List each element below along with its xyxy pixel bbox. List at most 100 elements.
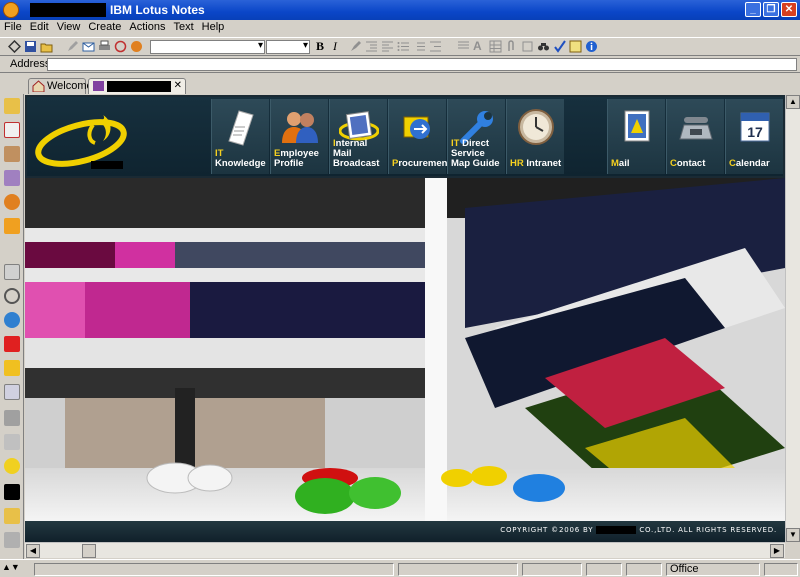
cart-icon (403, 116, 430, 139)
edit-bookmark-icon[interactable] (4, 264, 20, 280)
web-bookmark-icon[interactable] (4, 312, 20, 328)
menu-edit[interactable]: Edit (26, 20, 53, 34)
nav-calendar[interactable]: 17 Calendar (725, 99, 783, 174)
nav-internal-mail-broadcast[interactable]: Internal Mail Broadcast (329, 99, 387, 174)
inbox-status-icon[interactable] (764, 563, 798, 576)
address-book-icon[interactable] (4, 146, 20, 162)
toolbar: B I A (0, 37, 800, 56)
nav-it-knowledge[interactable]: IT Knowledge (211, 99, 269, 174)
menu-help[interactable]: Help (198, 20, 229, 34)
horizontal-scrollbar[interactable]: ◀ ▶ (25, 542, 785, 558)
restore-button[interactable]: ❐ (763, 2, 779, 17)
replicator-icon[interactable] (4, 194, 20, 210)
mall-interior-image (25, 178, 785, 521)
page-footer: COPYRIGHT ©2006 BY CO.,LTD. ALL RIGHTS R… (25, 521, 785, 542)
scroll-right-icon[interactable]: ▶ (770, 544, 784, 558)
databases-icon[interactable] (4, 384, 20, 400)
security-icon[interactable] (586, 563, 622, 576)
location-selector[interactable]: Office (666, 563, 760, 576)
menu-actions[interactable]: Actions (125, 20, 169, 34)
nav-hr-intranet[interactable]: HR Intranet (506, 99, 564, 174)
menu-file[interactable]: File (0, 20, 26, 34)
intranet-banner: IT Knowledge Employee Profile Internal Ma… (25, 95, 785, 178)
it-bookmark-icon[interactable] (4, 458, 20, 474)
address-input[interactable] (47, 58, 797, 71)
redacted-bookmark-icon[interactable] (4, 484, 20, 500)
people-icon (281, 112, 318, 143)
align-icon[interactable] (381, 40, 394, 53)
notes-bookmark-icon[interactable] (4, 218, 20, 234)
link-icon[interactable] (521, 40, 534, 53)
text-properties-icon[interactable] (457, 40, 470, 53)
vertical-scrollbar[interactable]: ▲ ▼ (785, 95, 800, 542)
attach-icon[interactable] (505, 40, 518, 53)
workspace-icon[interactable] (130, 40, 143, 53)
intranet-page: IT Knowledge Employee Profile Internal Ma… (25, 95, 785, 542)
tools-icon[interactable] (4, 410, 20, 426)
spell-check-icon[interactable] (553, 40, 566, 53)
lotus-app-icon[interactable] (3, 2, 19, 18)
status-message (34, 563, 394, 576)
font-size-select[interactable] (266, 40, 310, 54)
redacted-company (596, 526, 637, 534)
menu-text[interactable]: Text (169, 20, 197, 34)
highlighter-icon[interactable] (349, 40, 362, 53)
tab-intranet[interactable]: ✕ (88, 78, 186, 94)
status-bar: ▲▼ Office (0, 559, 800, 577)
table-icon[interactable] (489, 40, 502, 53)
bold-icon[interactable]: B (316, 39, 324, 54)
open-folder-icon[interactable] (40, 40, 53, 53)
redacted-company-name (91, 161, 123, 169)
more-bookmarks-icon[interactable] (4, 532, 20, 548)
favorites-icon[interactable] (4, 336, 20, 352)
italic-icon[interactable]: I (333, 39, 337, 54)
scroll-up-icon[interactable]: ▲ (786, 95, 800, 109)
search-icon[interactable] (4, 288, 20, 304)
redacted-title-text (30, 3, 106, 17)
info-icon[interactable] (585, 40, 598, 53)
save-icon[interactable] (24, 40, 37, 53)
minimize-button[interactable]: _ (745, 2, 761, 17)
nav-procurement[interactable]: Procurement (388, 99, 451, 174)
scroll-down-icon[interactable]: ▼ (786, 528, 800, 542)
bullets-icon[interactable] (397, 40, 410, 53)
calendar-icon: 17 (740, 112, 769, 142)
history-icon[interactable] (4, 434, 20, 450)
pin-icon[interactable] (4, 360, 20, 376)
address-bar: Address (0, 57, 800, 73)
close-tab-icon[interactable]: ✕ (174, 79, 182, 93)
note-icon[interactable] (569, 40, 582, 53)
phone-icon (678, 117, 713, 140)
menu-view[interactable]: View (53, 20, 85, 34)
status-field-2 (522, 563, 582, 576)
todo-bookmark-icon[interactable] (4, 170, 20, 186)
arrows-icon[interactable]: ▲▼ (2, 562, 20, 572)
replicate-icon[interactable] (114, 40, 127, 53)
numbering-icon[interactable] (413, 40, 426, 53)
forward-icon[interactable] (82, 40, 95, 53)
text-style-icon[interactable]: A (473, 39, 482, 53)
mail-icon (624, 110, 649, 142)
indent-icon[interactable] (365, 40, 378, 53)
tab-welcome[interactable]: Welcome (28, 78, 93, 94)
outdent-icon[interactable] (429, 40, 442, 53)
menu-create[interactable]: Create (84, 20, 125, 34)
style-select[interactable] (150, 40, 265, 54)
online-status-icon[interactable] (626, 563, 662, 576)
nav-contact[interactable]: Contact (666, 99, 724, 174)
find-icon[interactable] (537, 40, 550, 53)
nav-mail[interactable]: Mail (607, 99, 665, 174)
edit-icon[interactable] (66, 40, 79, 53)
nav-it-direct-service[interactable]: IT Direct Service Map Guide (447, 99, 505, 174)
folder-bookmark-icon[interactable] (4, 508, 20, 524)
scroll-thumb[interactable] (82, 544, 96, 558)
navigator-icon[interactable] (8, 40, 21, 53)
nav-employee-profile[interactable]: Employee Profile (270, 99, 328, 174)
address-label: Address (10, 58, 51, 70)
print-icon[interactable] (98, 40, 111, 53)
copyright-notice: COPYRIGHT ©2006 BY CO.,LTD. ALL RIGHTS R… (500, 526, 777, 534)
scroll-left-icon[interactable]: ◀ (26, 544, 40, 558)
mail-bookmark-icon[interactable] (4, 98, 20, 114)
calendar-bookmark-icon[interactable] (4, 122, 20, 138)
close-button[interactable]: ✕ (781, 2, 797, 17)
